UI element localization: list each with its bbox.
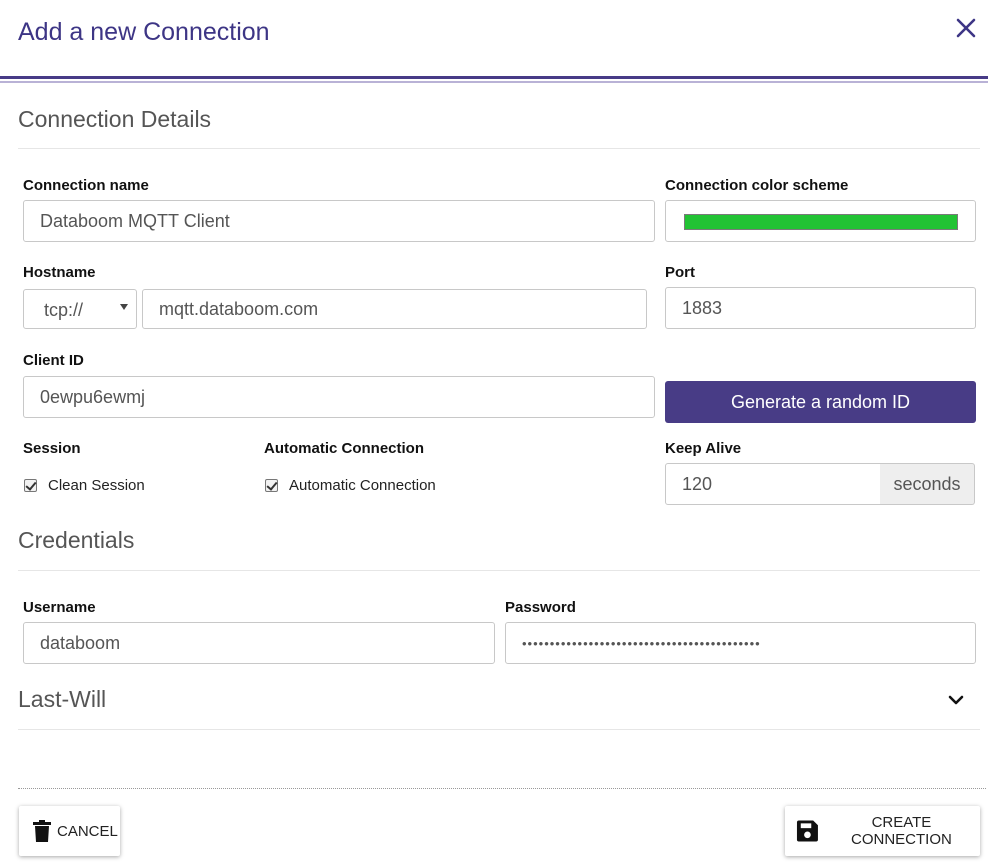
trash-icon <box>33 820 51 842</box>
section-divider <box>18 729 980 730</box>
dropdown-arrow-icon <box>120 304 128 310</box>
section-title-connection-details: Connection Details <box>18 106 212 132</box>
keep-alive-label: Keep Alive <box>665 440 742 457</box>
header-divider <box>0 76 988 79</box>
hostname-label: Hostname <box>23 264 96 281</box>
dialog-title: Add a new Connection <box>18 18 270 46</box>
connection-name-input[interactable] <box>23 200 655 242</box>
automatic-connection-checkbox-row[interactable]: Automatic Connection <box>265 477 436 494</box>
color-swatch <box>684 214 958 230</box>
username-label: Username <box>23 599 96 616</box>
protocol-select-value: tcp:// <box>44 300 84 320</box>
automatic-connection-checkbox-label: Automatic Connection <box>289 477 436 494</box>
section-title-last-will[interactable]: Last-Will <box>18 686 106 713</box>
color-scheme-picker[interactable] <box>665 200 976 242</box>
client-id-label: Client ID <box>23 352 84 369</box>
section-divider <box>18 148 980 149</box>
port-input[interactable] <box>665 287 976 329</box>
session-label: Session <box>23 440 81 457</box>
keep-alive-input[interactable] <box>665 463 881 505</box>
save-icon <box>796 820 818 842</box>
create-connection-button[interactable]: CREATE CONNECTION <box>785 806 980 856</box>
color-scheme-label: Connection color scheme <box>665 177 849 194</box>
chevron-down-icon <box>948 695 964 705</box>
generate-random-id-button[interactable]: Generate a random ID <box>665 381 976 423</box>
header-divider-shadow <box>0 81 988 83</box>
port-label: Port <box>665 264 695 281</box>
hostname-input[interactable] <box>142 289 647 329</box>
section-title-credentials: Credentials <box>18 527 135 553</box>
dialog-header: Add a new Connection <box>0 0 988 76</box>
client-id-input[interactable] <box>23 376 655 418</box>
close-button[interactable] <box>950 14 982 46</box>
password-input[interactable] <box>505 622 976 664</box>
clean-session-label: Clean Session <box>48 477 145 494</box>
username-input[interactable] <box>23 622 495 664</box>
clean-session-checkbox-row[interactable]: Clean Session <box>24 477 145 494</box>
footer-divider <box>18 788 986 789</box>
cancel-button-label: CANCEL <box>57 822 118 840</box>
section-divider <box>18 570 980 571</box>
connection-name-label: Connection name <box>23 177 149 194</box>
cancel-button[interactable]: CANCEL <box>19 806 120 856</box>
automatic-connection-checkbox[interactable] <box>265 479 278 492</box>
close-icon <box>956 18 976 38</box>
password-label: Password <box>505 599 576 616</box>
last-will-expand-button[interactable] <box>944 689 968 713</box>
clean-session-checkbox[interactable] <box>24 479 37 492</box>
automatic-connection-label: Automatic Connection <box>264 440 424 457</box>
create-connection-button-label: CREATE CONNECTION <box>851 814 952 848</box>
protocol-select[interactable]: tcp:// <box>23 289 137 329</box>
keep-alive-unit: seconds <box>880 463 975 505</box>
